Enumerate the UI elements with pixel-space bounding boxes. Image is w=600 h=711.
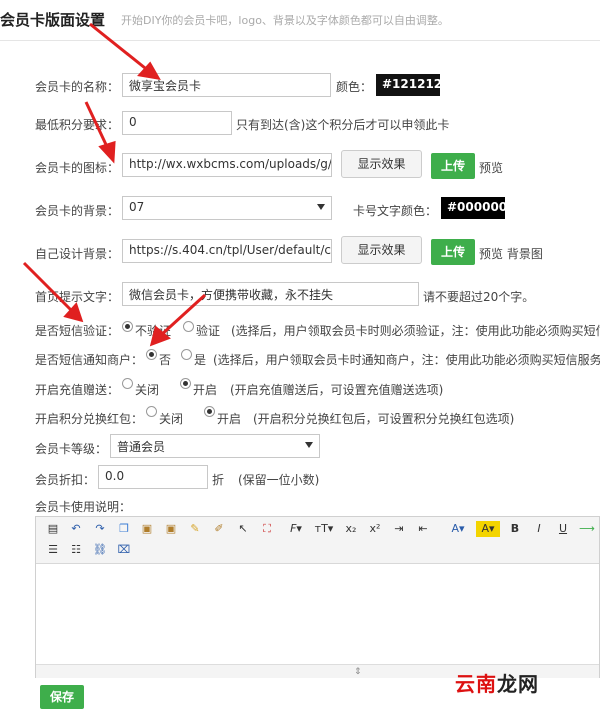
arrow-4 xyxy=(158,293,207,338)
arrow-3 xyxy=(22,261,76,315)
arrow-1 xyxy=(89,22,151,74)
arrow-2 xyxy=(84,101,111,152)
watermark: 云南龙网 xyxy=(455,668,539,697)
arrow-2-head xyxy=(98,140,116,164)
watermark-red: 云南 xyxy=(455,672,497,696)
annotation-arrows xyxy=(22,22,207,347)
watermark-black: 龙网 xyxy=(497,672,539,696)
